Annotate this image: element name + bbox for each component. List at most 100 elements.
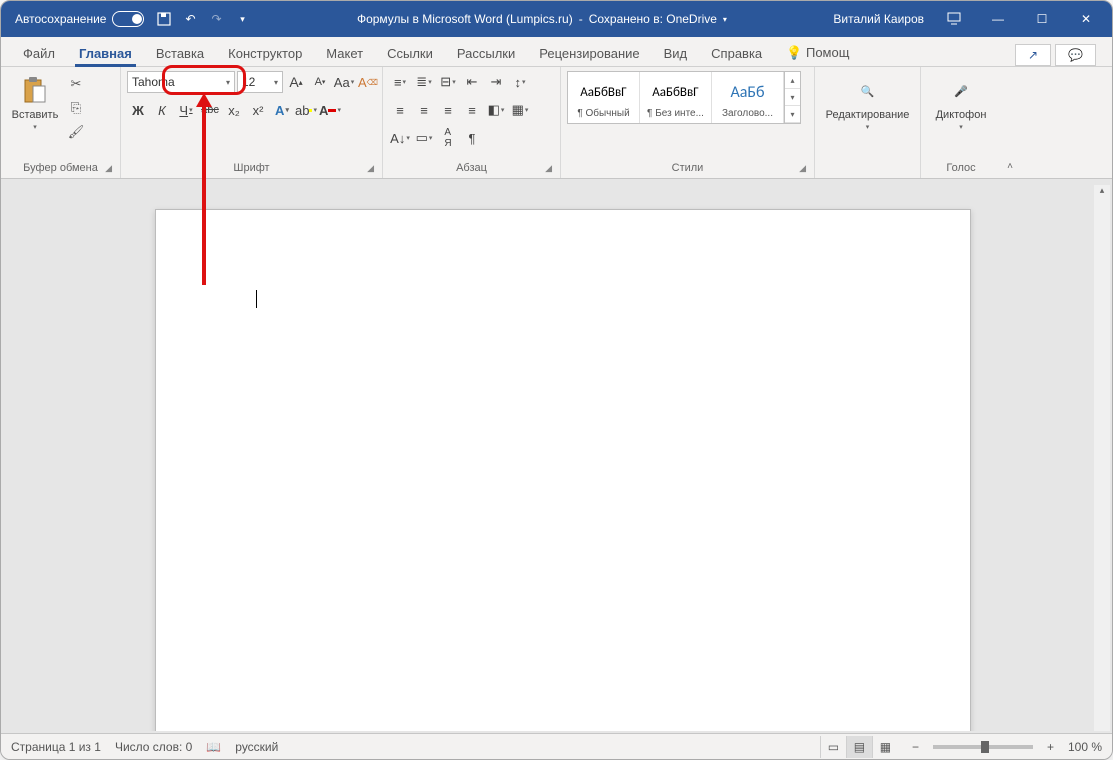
- decrease-indent-button[interactable]: ⇤: [461, 71, 483, 93]
- cut-icon[interactable]: ✂: [67, 75, 85, 93]
- numbering-button[interactable]: ≣: [413, 71, 435, 93]
- clear-formatting-icon[interactable]: A⌫: [357, 71, 379, 93]
- clipboard-launcher-icon[interactable]: ◢: [105, 163, 112, 174]
- editing-button[interactable]: 🔍 Редактирование ▾: [840, 71, 896, 131]
- underline-button[interactable]: Ч: [175, 99, 197, 121]
- bullets-button[interactable]: ≡: [389, 71, 411, 93]
- italic-button[interactable]: К: [151, 99, 173, 121]
- shading-button[interactable]: ◧: [485, 99, 507, 121]
- page-indicator[interactable]: Страница 1 из 1: [11, 740, 101, 754]
- change-case-button[interactable]: Aa: [333, 71, 355, 93]
- sort-button[interactable]: A↓: [389, 127, 411, 149]
- multilevel-list-button[interactable]: ⊟: [437, 71, 459, 93]
- save-icon[interactable]: [156, 11, 172, 27]
- document-area[interactable]: [1, 181, 1112, 731]
- tab-design[interactable]: Конструктор: [216, 40, 314, 66]
- zoom-in-button[interactable]: +: [1047, 740, 1054, 754]
- dictate-button[interactable]: 🎤 Диктофон ▾: [933, 71, 989, 131]
- format-painter-icon[interactable]: 🖌: [67, 123, 85, 141]
- increase-font-icon[interactable]: A▴: [285, 71, 307, 93]
- align-justify-button[interactable]: ≡: [461, 99, 483, 121]
- zoom-slider[interactable]: [933, 745, 1033, 749]
- saved-location[interactable]: Сохранено в: OneDrive: [589, 12, 717, 26]
- increase-indent-button[interactable]: ⇥: [485, 71, 507, 93]
- paste-icon: [19, 75, 51, 107]
- font-size-combo[interactable]: 12▾: [237, 71, 283, 93]
- microphone-icon: 🎤: [945, 75, 977, 107]
- web-layout-icon[interactable]: ▦: [872, 736, 898, 758]
- tab-insert[interactable]: Вставка: [144, 40, 216, 66]
- share-button[interactable]: ↗: [1015, 44, 1051, 66]
- tab-layout[interactable]: Макет: [314, 40, 375, 66]
- user-name[interactable]: Виталий Каиров: [833, 12, 932, 26]
- undo-icon[interactable]: ↶: [182, 11, 198, 27]
- autosave-label: Автосохранение: [15, 12, 106, 26]
- zoom-out-button[interactable]: −: [912, 740, 919, 754]
- align-center-button[interactable]: ≡: [413, 99, 435, 121]
- style-normal[interactable]: АаБбВвГ ¶ Обычный: [568, 72, 640, 123]
- styles-gallery[interactable]: АаБбВвГ ¶ Обычный АаБбВвГ ¶ Без инте... …: [567, 71, 801, 124]
- close-button[interactable]: ✕: [1064, 1, 1108, 37]
- style-heading1[interactable]: АаБб Заголово...: [712, 72, 784, 123]
- saved-dropdown-icon[interactable]: ▾: [723, 15, 727, 24]
- fill-button[interactable]: ▭: [413, 127, 435, 149]
- tab-view[interactable]: Вид: [652, 40, 700, 66]
- document-title: Формулы в Microsoft Word (Lumpics.ru): [357, 12, 573, 26]
- tab-tell-me[interactable]: 💡 Помощ: [774, 39, 861, 66]
- font-launcher-icon[interactable]: ◢: [367, 163, 374, 174]
- comments-button[interactable]: 💬: [1055, 44, 1096, 66]
- tab-review[interactable]: Рецензирование: [527, 40, 651, 66]
- strikethrough-button[interactable]: abc: [199, 99, 221, 121]
- share-icon: ↗: [1028, 48, 1038, 62]
- font-color-button[interactable]: A: [319, 99, 341, 121]
- read-mode-icon[interactable]: ▭: [820, 736, 846, 758]
- language-indicator[interactable]: русский: [235, 740, 278, 754]
- sort-az-button[interactable]: АЯ: [437, 127, 459, 149]
- qat-dropdown-icon[interactable]: ▾: [234, 11, 250, 27]
- style-no-spacing[interactable]: АаБбВвГ ¶ Без инте...: [640, 72, 712, 123]
- paste-button[interactable]: Вставить ▾: [7, 71, 63, 131]
- redo-icon[interactable]: ↷: [208, 11, 224, 27]
- group-paragraph-label: Абзац: [456, 162, 487, 174]
- highlight-color-button[interactable]: ab: [295, 99, 317, 121]
- styles-launcher-icon[interactable]: ◢: [799, 163, 806, 174]
- group-font-label: Шрифт: [233, 162, 269, 174]
- text-effects-button[interactable]: A: [271, 99, 293, 121]
- titlebar: Автосохранение ↶ ↷ ▾ Формулы в Microsoft…: [1, 1, 1112, 37]
- line-spacing-button[interactable]: ↕: [509, 71, 531, 93]
- minimize-button[interactable]: —: [976, 1, 1020, 37]
- search-icon: 🔍: [852, 75, 884, 107]
- comments-icon: 💬: [1068, 48, 1083, 62]
- tab-home[interactable]: Главная: [67, 40, 144, 66]
- show-marks-button[interactable]: ¶: [461, 127, 483, 149]
- autosave-toggle[interactable]: [112, 11, 144, 27]
- print-layout-icon[interactable]: ▤: [846, 736, 872, 758]
- group-voice-label: Голос: [946, 162, 975, 174]
- ribbon: Вставить ▾ ✂ ⎘ 🖌 Буфер обмена ◢ Tahoma▾ 1…: [1, 67, 1112, 179]
- tab-mailings[interactable]: Рассылки: [445, 40, 527, 66]
- align-right-button[interactable]: ≡: [437, 99, 459, 121]
- borders-button[interactable]: ▦: [509, 99, 531, 121]
- font-name-combo[interactable]: Tahoma▾: [127, 71, 235, 93]
- zoom-level[interactable]: 100 %: [1068, 740, 1102, 754]
- group-clipboard-label: Буфер обмена: [23, 162, 98, 174]
- tab-references[interactable]: Ссылки: [375, 40, 445, 66]
- collapse-ribbon-icon[interactable]: ˄: [1007, 161, 1013, 172]
- superscript-button[interactable]: x²: [247, 99, 269, 121]
- ribbon-options-icon[interactable]: [932, 1, 976, 37]
- bold-button[interactable]: Ж: [127, 99, 149, 121]
- word-count[interactable]: Число слов: 0: [115, 740, 192, 754]
- decrease-font-icon[interactable]: A▾: [309, 71, 331, 93]
- copy-icon[interactable]: ⎘: [67, 99, 85, 117]
- document-page[interactable]: [155, 209, 971, 731]
- styles-more-button[interactable]: ▴▾▾: [784, 72, 800, 123]
- maximize-button[interactable]: ☐: [1020, 1, 1064, 37]
- tab-file[interactable]: Файл: [11, 40, 67, 66]
- paragraph-launcher-icon[interactable]: ◢: [545, 163, 552, 174]
- spellcheck-icon[interactable]: 📖: [206, 740, 221, 754]
- tab-help[interactable]: Справка: [699, 40, 774, 66]
- vertical-scrollbar[interactable]: ▴: [1094, 185, 1110, 731]
- align-left-button[interactable]: ≡: [389, 99, 411, 121]
- text-cursor: [256, 290, 257, 308]
- subscript-button[interactable]: x₂: [223, 99, 245, 121]
